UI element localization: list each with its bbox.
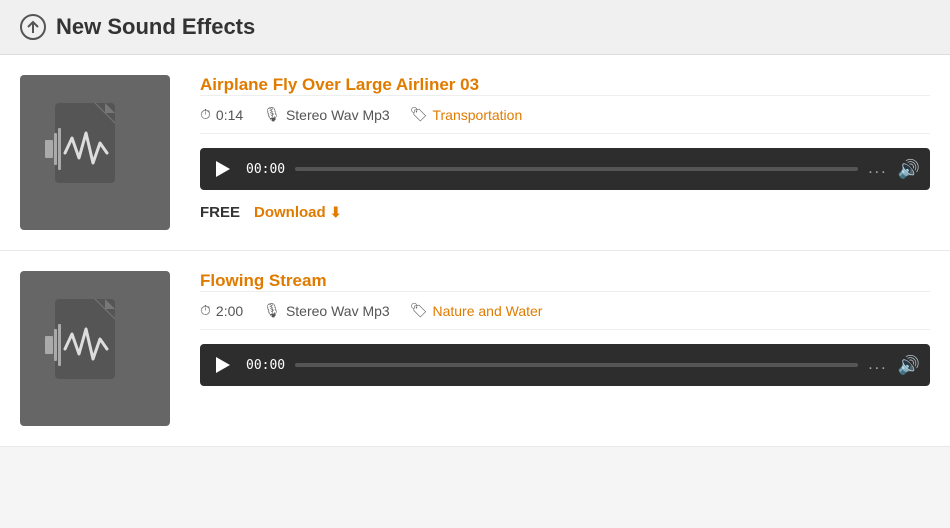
volume-icon-1[interactable]: 🔊 (898, 159, 920, 180)
sound-list: Airplane Fly Over Large Airliner 03 ⏱ 0:… (0, 55, 950, 447)
sound-title-2[interactable]: Flowing Stream (200, 271, 327, 290)
download-link-1[interactable]: Download ⬇ (254, 204, 342, 221)
page-title: New Sound Effects (56, 14, 255, 40)
sound-title-1[interactable]: Airplane Fly Over Large Airliner 03 (200, 75, 479, 94)
page-header: New Sound Effects (0, 0, 950, 55)
play-button-1[interactable] (210, 156, 236, 182)
format-2: 🎙 Stereo Wav Mp3 (263, 302, 390, 319)
clock-icon-2: ⏱ (200, 302, 211, 319)
sound-meta-1: ⏱ 0:14 🎙 Stereo Wav Mp3 🏷 Transportation (200, 95, 930, 134)
mic-icon-1: 🎙 (263, 106, 281, 123)
sound-file-icon-1 (40, 98, 150, 208)
tag-1: 🏷 Transportation (410, 106, 523, 123)
time-display-2: 00:00 (246, 358, 285, 373)
duration-1: ⏱ 0:14 (200, 106, 243, 123)
duration-2: ⏱ 2:00 (200, 302, 243, 319)
progress-bar-1[interactable] (295, 167, 858, 171)
ellipsis-button-1[interactable]: ... (868, 160, 887, 178)
time-display-1: 00:00 (246, 162, 285, 177)
progress-bar-2[interactable] (295, 363, 858, 367)
ellipsis-button-2[interactable]: ... (868, 356, 887, 374)
sound-thumbnail-1 (20, 75, 170, 230)
sound-details-1: Airplane Fly Over Large Airliner 03 ⏱ 0:… (200, 75, 930, 221)
volume-icon-2[interactable]: 🔊 (898, 355, 920, 376)
format-1: 🎙 Stereo Wav Mp3 (263, 106, 390, 123)
audio-player-1: 00:00 ... 🔊 (200, 148, 930, 190)
sound-details-2: Flowing Stream ⏱ 2:00 🎙 Stereo Wav Mp3 🏷… (200, 271, 930, 400)
download-row-1: FREE Download ⬇ (200, 204, 930, 221)
sound-item-1: Airplane Fly Over Large Airliner 03 ⏱ 0:… (0, 55, 950, 251)
tag-icon-2: 🏷 (410, 302, 428, 319)
new-sounds-icon (20, 14, 46, 40)
tag-2: 🏷 Nature and Water (410, 302, 543, 319)
sound-thumbnail-2 (20, 271, 170, 426)
clock-icon-1: ⏱ (200, 106, 211, 123)
mic-icon-2: 🎙 (263, 302, 281, 319)
download-arrow-icon-1: ⬇ (330, 204, 342, 220)
free-label-1: FREE (200, 204, 240, 221)
audio-player-2: 00:00 ... 🔊 (200, 344, 930, 386)
sound-item-2: Flowing Stream ⏱ 2:00 🎙 Stereo Wav Mp3 🏷… (0, 251, 950, 447)
sound-meta-2: ⏱ 2:00 🎙 Stereo Wav Mp3 🏷 Nature and Wat… (200, 291, 930, 330)
tag-icon-1: 🏷 (410, 106, 428, 123)
play-button-2[interactable] (210, 352, 236, 378)
sound-file-icon-2 (40, 294, 150, 404)
